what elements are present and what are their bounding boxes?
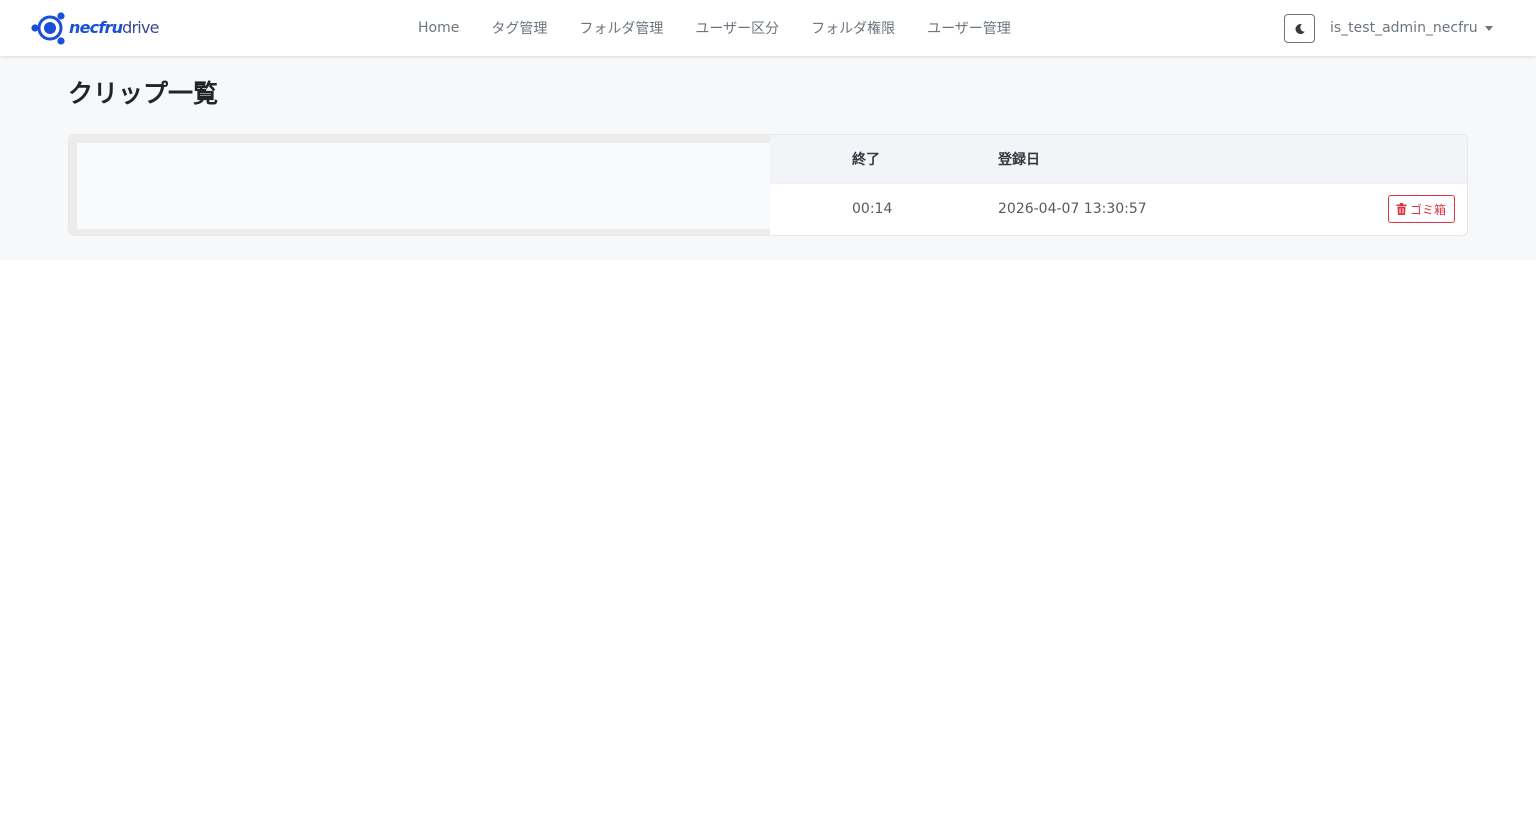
trash-icon <box>1396 203 1407 216</box>
nav-link-folder-permission[interactable]: フォルダ権限 <box>795 18 911 38</box>
nav-link-user-management[interactable]: ユーザー管理 <box>911 18 1027 38</box>
clip-card: 終了 登録日 00:14 2026-04-07 13:30:57 ゴミ箱 <box>68 134 1468 236</box>
nav-item: ユーザー管理 <box>911 18 1027 38</box>
trash-button-label: ゴミ箱 <box>1410 202 1447 217</box>
nav-link-folder-management[interactable]: フォルダ管理 <box>563 18 679 38</box>
cell-end-time: 00:14 <box>770 182 998 235</box>
nav-item: Home <box>402 20 475 36</box>
nav-item: ユーザー区分 <box>679 18 795 38</box>
clip-table: 終了 登録日 00:14 2026-04-07 13:30:57 ゴミ箱 <box>770 135 1467 235</box>
table-header-row: 終了 登録日 <box>770 135 1467 183</box>
main-nav: Home タグ管理 フォルダ管理 ユーザー区分 フォルダ権限 ユーザー管理 <box>402 0 1027 56</box>
moon-icon <box>1295 23 1305 34</box>
nav-item: フォルダ権限 <box>795 18 911 38</box>
clip-video-player[interactable] <box>77 143 770 229</box>
trash-button[interactable]: ゴミ箱 <box>1388 195 1456 224</box>
brand-logo-link[interactable]: necfrudrive <box>30 9 159 47</box>
user-menu-dropdown[interactable]: is_test_admin_necfru <box>1330 0 1493 56</box>
cell-actions: ゴミ箱 <box>1388 182 1467 235</box>
table-row: 00:14 2026-04-07 13:30:57 ゴミ箱 <box>770 182 1467 235</box>
brand-name-light: drive <box>122 18 159 37</box>
top-navbar: necfrudrive Home タグ管理 フォルダ管理 ユーザー区分 フォルダ… <box>0 0 1536 56</box>
nav-link-user-category[interactable]: ユーザー区分 <box>679 18 795 38</box>
column-header-end: 終了 <box>770 135 998 183</box>
username-label: is_test_admin_necfru <box>1330 20 1478 36</box>
nav-item: タグ管理 <box>475 18 563 38</box>
column-header-actions <box>1388 135 1467 183</box>
clip-video-panel <box>69 135 770 235</box>
column-header-registered: 登録日 <box>998 135 1388 183</box>
nav-link-tag-management[interactable]: タグ管理 <box>475 18 563 38</box>
caret-down-icon <box>1484 25 1493 31</box>
nav-item: フォルダ管理 <box>563 18 679 38</box>
brand-name-bold: necfru <box>69 18 123 37</box>
necfru-logo-icon <box>31 12 65 45</box>
page-title: クリップ一覧 <box>68 79 219 108</box>
brand-wordmark: necfrudrive <box>69 20 159 36</box>
theme-toggle-button[interactable] <box>1284 14 1315 43</box>
nav-link-home[interactable]: Home <box>402 20 475 36</box>
cell-registered-date: 2026-04-07 13:30:57 <box>998 182 1388 235</box>
